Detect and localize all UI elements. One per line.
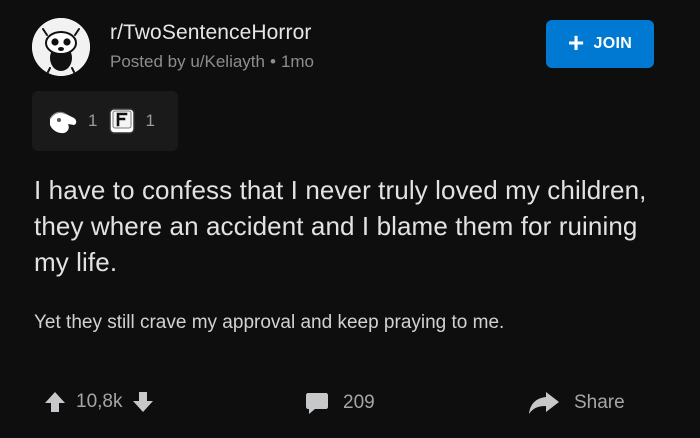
award-count: 1 bbox=[145, 111, 155, 130]
vote-bar: 10,8k bbox=[44, 391, 154, 413]
community-avatar[interactable] bbox=[32, 18, 90, 76]
upvote-arrow-icon[interactable] bbox=[44, 391, 66, 413]
downvote-arrow-icon[interactable] bbox=[132, 391, 154, 413]
award-wholesome[interactable]: 1 bbox=[46, 106, 97, 136]
post-meta: Posted by u/Keliayth • 1mo bbox=[110, 52, 314, 72]
comment-count: 209 bbox=[343, 392, 375, 413]
wholesome-hand-award-icon bbox=[46, 106, 80, 136]
join-button[interactable]: + JOIN bbox=[546, 20, 654, 68]
meta-separator: • bbox=[269, 52, 276, 71]
plus-icon: + bbox=[567, 26, 585, 58]
post-actions: 10,8k 209 Share bbox=[0, 382, 700, 428]
comments-button[interactable]: 209 bbox=[305, 391, 375, 415]
comment-bubble-icon bbox=[305, 391, 329, 415]
posted-by[interactable]: Posted by u/Keliayth bbox=[110, 52, 265, 71]
award-press-f[interactable]: 1 bbox=[107, 106, 155, 136]
award-count: 1 bbox=[88, 111, 98, 130]
horror-mascot-icon bbox=[32, 18, 90, 76]
post-age: 1mo bbox=[280, 52, 315, 71]
community-name[interactable]: r/TwoSentenceHorror bbox=[110, 21, 311, 45]
post-card: r/TwoSentenceHorror Posted by u/Keliayth… bbox=[0, 0, 700, 438]
share-arrow-icon bbox=[528, 391, 560, 415]
vote-score: 10,8k bbox=[76, 391, 123, 412]
share-label: Share bbox=[574, 392, 625, 413]
awards-bar[interactable]: 1 1 bbox=[32, 91, 178, 151]
post-body: Yet they still crave my approval and kee… bbox=[34, 312, 505, 333]
join-label: JOIN bbox=[593, 35, 633, 52]
press-f-award-icon bbox=[107, 106, 137, 136]
post-title[interactable]: I have to confess that I never truly lov… bbox=[34, 172, 674, 280]
share-button[interactable]: Share bbox=[528, 391, 625, 415]
